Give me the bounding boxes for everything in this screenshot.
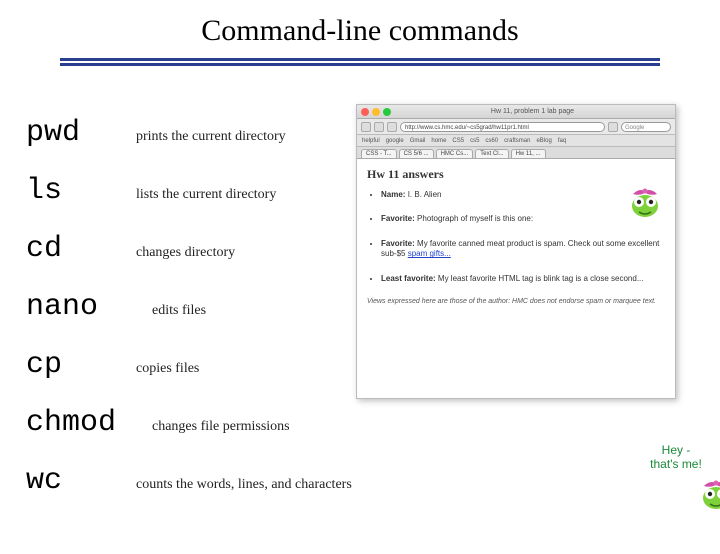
item-text: My least favorite HTML tag is blink tag … [438, 274, 644, 283]
item-text: I. B. Alien [408, 190, 442, 199]
bookmark: Gmail [410, 138, 426, 144]
bookmark: craftsman [504, 138, 530, 144]
command-desc: lists the current directory [136, 187, 276, 203]
command-row-nano: nano edits files [26, 290, 206, 324]
back-button [361, 122, 371, 132]
command-desc: counts the words, lines, and characters [136, 477, 352, 493]
list-item: Favorite: Photograph of myself is this o… [381, 214, 665, 224]
bookmark: cs60 [485, 138, 498, 144]
content-area: pwd prints the current directory ls list… [26, 104, 710, 546]
bookmark: google [386, 138, 404, 144]
browser-urlbar-row: http://www.cs.hmc.edu/~cs5grad/hw11pr1.h… [357, 119, 675, 135]
bookmark: CS5 [452, 138, 464, 144]
tab: CS 5/6 ... [399, 149, 434, 158]
command-name: cd [26, 232, 136, 266]
alien-icon [625, 184, 665, 218]
browser-screenshot: Hw 11, problem 1 lab page http://www.cs.… [356, 104, 676, 399]
browser-titlebar: Hw 11, problem 1 lab page [357, 105, 675, 119]
page-body: Hw 11 answers Name: I. B. Alien [357, 159, 675, 313]
forward-button [374, 122, 384, 132]
page-footer: Views expressed here are those of the au… [367, 298, 665, 305]
command-name: chmod [26, 406, 136, 440]
search-field: Google [621, 122, 671, 132]
list-item: Name: I. B. Alien [381, 190, 665, 200]
list-item: Least favorite: My least favorite HTML t… [381, 274, 665, 284]
window-close-dot [361, 108, 369, 116]
command-name: ls [26, 174, 136, 208]
window-max-dot [383, 108, 391, 116]
item-label: Least favorite: [381, 274, 436, 283]
window-title: Hw 11, problem 1 lab page [394, 108, 671, 115]
item-label: Favorite: [381, 214, 415, 223]
url-field: http://www.cs.hmc.edu/~cs5grad/hw11pr1.h… [400, 122, 605, 132]
bookmark: cs5 [470, 138, 479, 144]
command-row-cp: cp copies files [26, 348, 199, 382]
item-text: Photograph of myself is this one: [417, 214, 533, 223]
bookmarks-bar: helpful google Gmail home CS5 cs5 cs60 c… [357, 135, 675, 147]
bookmark: faq [558, 138, 566, 144]
command-name: nano [26, 290, 136, 324]
tab: HMC Cs... [436, 149, 474, 158]
page-heading: Hw 11 answers [367, 167, 665, 182]
bookmark: eBlog [536, 138, 551, 144]
title-rule [60, 58, 660, 66]
speech-bubble: Hey - that's me! [646, 444, 706, 472]
item-label: Name: [381, 190, 405, 199]
command-row-pwd: pwd prints the current directory [26, 116, 286, 150]
bookmark: helpful [362, 138, 380, 144]
command-desc: edits files [152, 303, 206, 319]
command-desc: prints the current directory [136, 129, 286, 145]
command-name: wc [26, 464, 136, 498]
command-desc: copies files [136, 361, 199, 377]
list-item: Favorite: My favorite canned meat produc… [381, 239, 665, 260]
tab: Hw 11, ... [511, 149, 546, 158]
tab-bar: CSS - T... CS 5/6 ... HMC Cs... Text Cl.… [357, 147, 675, 159]
command-row-ls: ls lists the current directory [26, 174, 276, 208]
alien-icon [696, 476, 720, 510]
command-name: cp [26, 348, 136, 382]
window-min-dot [372, 108, 380, 116]
item-label: Favorite: [381, 239, 415, 248]
bookmark: home [431, 138, 446, 144]
tab: Text Cl... [475, 149, 508, 158]
command-row-chmod: chmod changes file permissions [26, 406, 290, 440]
command-desc: changes file permissions [152, 419, 290, 435]
command-name: pwd [26, 116, 136, 150]
command-row-wc: wc counts the words, lines, and characte… [26, 464, 352, 498]
item-link: spam gifts... [408, 249, 451, 258]
command-row-cd: cd changes directory [26, 232, 235, 266]
reload-button [387, 122, 397, 132]
rss-button [608, 122, 618, 132]
command-desc: changes directory [136, 245, 235, 261]
tab: CSS - T... [361, 149, 397, 158]
slide-title: Command-line commands [0, 14, 720, 48]
